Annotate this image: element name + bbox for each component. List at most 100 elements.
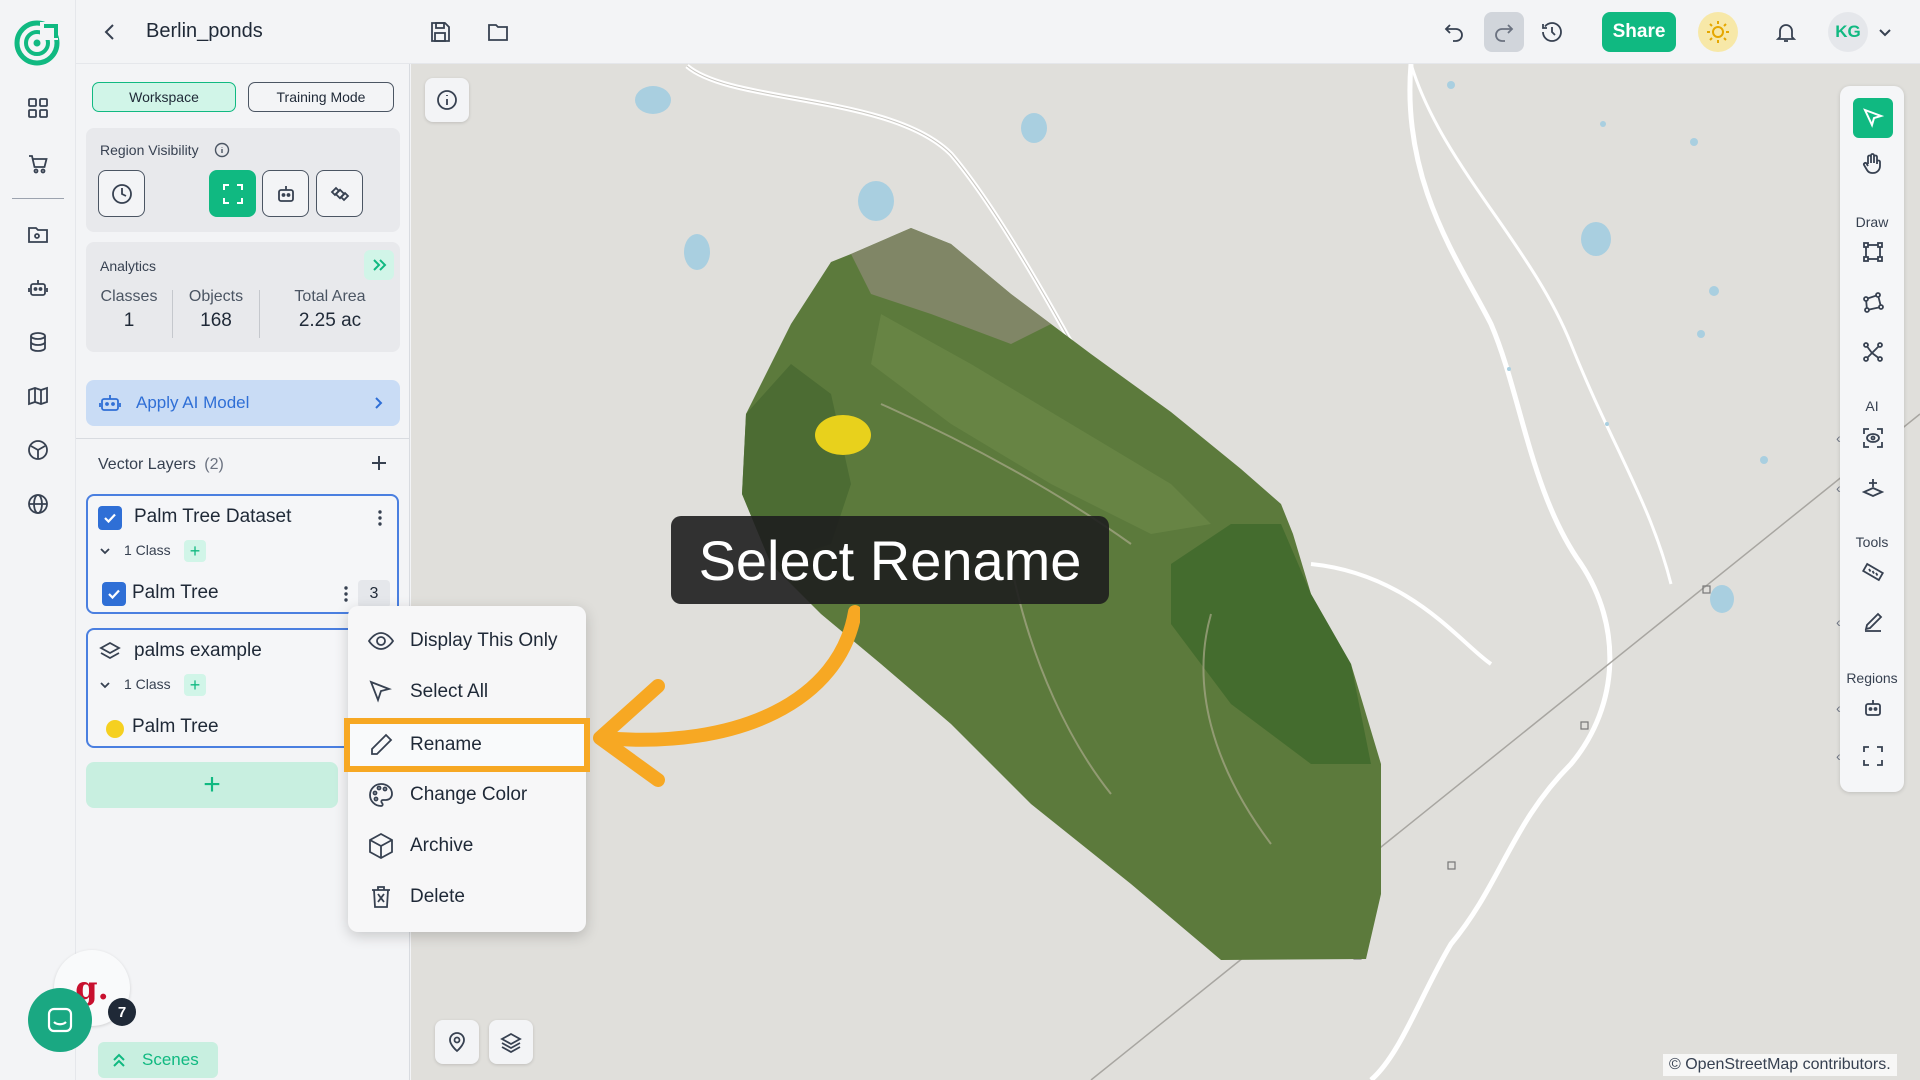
- bbox-icon: [1863, 242, 1883, 262]
- chat-button[interactable]: [28, 988, 92, 1052]
- layer-checkbox[interactable]: [98, 506, 122, 530]
- region-toggle-button[interactable]: [209, 170, 256, 217]
- share-button[interactable]: Share: [1602, 12, 1676, 52]
- layers-icon: [99, 641, 121, 660]
- apply-ai-model-button[interactable]: Apply AI Model: [86, 380, 400, 426]
- menu-item-label: Display This Only: [410, 630, 558, 651]
- trash-icon: [366, 882, 396, 912]
- app-logo[interactable]: [14, 20, 60, 66]
- vector-layers-label: Vector Layers: [98, 456, 196, 473]
- layer-name: Palm Tree Dataset: [134, 506, 292, 527]
- polygon-draw-tool[interactable]: [1853, 282, 1893, 322]
- robot-visibility-button[interactable]: [262, 170, 309, 217]
- expand-analytics-button[interactable]: [364, 250, 394, 280]
- location-button[interactable]: [435, 1020, 479, 1064]
- pan-tool[interactable]: [1853, 144, 1893, 184]
- menu-item-delete[interactable]: Delete: [348, 872, 586, 922]
- save-icon[interactable]: [420, 12, 460, 52]
- clock-visibility-button[interactable]: [98, 170, 145, 217]
- region-visibility-label: Region Visibility: [100, 142, 199, 158]
- magic-stack-icon: [1862, 479, 1884, 497]
- rectangle-draw-tool[interactable]: [1853, 232, 1893, 272]
- chat-badge: 7: [108, 998, 136, 1026]
- tab-training-mode[interactable]: Training Mode: [248, 82, 394, 112]
- user-menu[interactable]: KG: [1828, 12, 1900, 52]
- stat-value: 1: [123, 310, 135, 331]
- globe-icon[interactable]: [22, 488, 54, 520]
- bell-icon[interactable]: [1766, 12, 1806, 52]
- ai-detect-tool[interactable]: [1853, 418, 1893, 458]
- chevron-down-icon[interactable]: [98, 678, 112, 692]
- menu-item-select-all[interactable]: Select All: [348, 667, 586, 717]
- pen-icon: [1864, 612, 1883, 632]
- chevron-left-icon[interactable]: ‹: [1836, 700, 1841, 716]
- stat-objects: Objects 168: [173, 288, 259, 332]
- add-class-button[interactable]: +: [184, 540, 206, 562]
- info-button[interactable]: [425, 78, 469, 122]
- globe-grid-icon[interactable]: [22, 434, 54, 466]
- add-layer-button[interactable]: +: [86, 762, 338, 808]
- back-button[interactable]: [90, 12, 130, 52]
- region-robot-tool[interactable]: [1853, 688, 1893, 728]
- robot-icon: [1865, 700, 1881, 716]
- vector-layers-heading: Vector Layers (2): [98, 456, 224, 474]
- regions-section-label: Regions: [1846, 670, 1898, 686]
- map-canvas[interactable]: © OpenStreetMap contributors.: [411, 64, 1920, 1080]
- scenes-label: Scenes: [142, 1050, 199, 1069]
- menu-item-display-this-only[interactable]: Display This Only: [348, 616, 586, 666]
- add-class-button[interactable]: +: [184, 674, 206, 696]
- chevrons-up-icon: [113, 1053, 125, 1067]
- menu-item-rename[interactable]: Rename: [344, 718, 590, 772]
- menu-item-label: Select All: [410, 681, 489, 702]
- menu-item-change-color[interactable]: Change Color: [348, 770, 586, 820]
- cursor-icon: [366, 677, 396, 707]
- scenes-tab[interactable]: Scenes: [98, 1042, 218, 1078]
- chevron-left-icon[interactable]: ‹: [1836, 480, 1841, 496]
- theme-sun-icon[interactable]: [1698, 12, 1738, 52]
- more-vertical-icon[interactable]: [336, 584, 356, 604]
- map-icon[interactable]: [22, 380, 54, 412]
- chevron-down-icon[interactable]: [98, 544, 112, 558]
- class-checkbox[interactable]: [102, 582, 126, 606]
- folder-icon[interactable]: [478, 12, 518, 52]
- menu-item-archive[interactable]: Archive: [348, 821, 586, 871]
- class-object-count: 3: [358, 580, 390, 608]
- stat-value: 2.25 ac: [298, 310, 362, 331]
- more-vertical-icon[interactable]: [370, 508, 390, 528]
- chevron-left-icon[interactable]: ‹: [1836, 748, 1841, 764]
- chevron-down-icon: [1879, 29, 1891, 37]
- chevron-left-icon[interactable]: ‹: [1836, 430, 1841, 446]
- eye-icon: [366, 626, 396, 656]
- class-count: 1 Class: [124, 676, 171, 692]
- region-visibility-card: Region Visibility: [86, 128, 400, 232]
- ai-segment-tool[interactable]: [1853, 468, 1893, 508]
- add-vector-layer-button[interactable]: [364, 448, 394, 478]
- basemap-layers-button[interactable]: [489, 1020, 533, 1064]
- database-icon[interactable]: [22, 326, 54, 358]
- tools-section-label: Tools: [1855, 534, 1889, 550]
- layer-name: palms example: [134, 640, 262, 661]
- stat-classes: Classes 1: [86, 288, 172, 332]
- apply-ai-model-label: Apply AI Model: [136, 393, 250, 412]
- history-icon[interactable]: [1532, 12, 1572, 52]
- redo-icon[interactable]: [1484, 12, 1524, 52]
- guide-arrow: [593, 605, 860, 787]
- menu-item-label: Archive: [410, 835, 474, 856]
- ruler-icon: [1862, 562, 1884, 582]
- measure-tool[interactable]: [1853, 552, 1893, 592]
- edit-tool[interactable]: [1853, 602, 1893, 642]
- select-tool[interactable]: [1853, 98, 1893, 138]
- robot-icon[interactable]: [22, 272, 54, 304]
- layer-card[interactable]: Palm Tree Dataset 1 Class + Palm Tree 3: [86, 494, 399, 614]
- stat-value: 168: [200, 310, 232, 331]
- folder-image-icon[interactable]: [22, 218, 54, 250]
- satellite-visibility-button[interactable]: [316, 170, 363, 217]
- info-icon[interactable]: [214, 142, 230, 158]
- chevron-left-icon[interactable]: ‹: [1836, 614, 1841, 630]
- undo-icon[interactable]: [1434, 12, 1474, 52]
- freeform-draw-tool[interactable]: [1853, 332, 1893, 372]
- dashboard-icon[interactable]: [22, 92, 54, 124]
- tab-workspace[interactable]: Workspace: [92, 82, 236, 112]
- cart-icon[interactable]: [22, 148, 54, 180]
- region-frame-tool[interactable]: [1853, 736, 1893, 776]
